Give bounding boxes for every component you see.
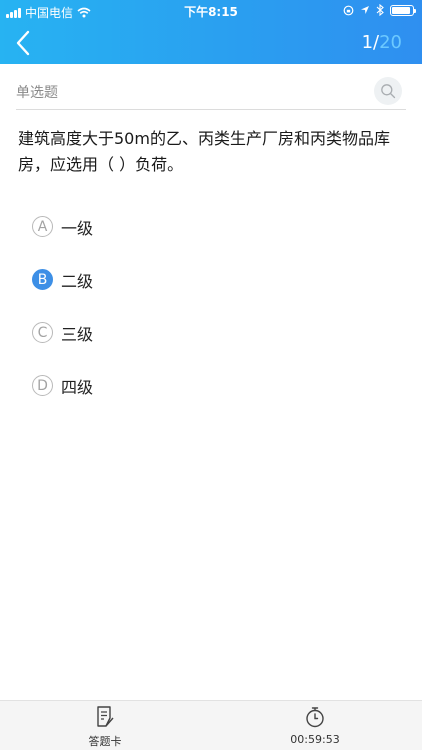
option-a-text: 一级 bbox=[61, 218, 94, 238]
answer-card-icon bbox=[97, 706, 114, 727]
question-progress: 1/20 bbox=[362, 32, 402, 53]
timer[interactable]: 00:59:53 bbox=[270, 705, 360, 746]
battery-icon bbox=[390, 4, 416, 16]
option-c-text: 三级 bbox=[61, 324, 94, 344]
option-b-letter: B bbox=[32, 269, 53, 290]
back-button[interactable] bbox=[10, 28, 38, 58]
question-type-row: 单选题 bbox=[16, 72, 406, 110]
stopwatch-icon bbox=[306, 707, 324, 728]
chevron-left-icon bbox=[16, 30, 30, 56]
option-a-letter: A bbox=[32, 216, 53, 237]
status-bar: 中国电信 下午8:15 bbox=[0, 0, 422, 22]
progress-total: 20 bbox=[379, 32, 402, 53]
question-text: 建筑高度大于50m的乙、丙类生产厂房和丙类物品库房，应选用（ ）负荷。 bbox=[18, 129, 390, 174]
answer-card-label: 答题卡 bbox=[88, 735, 122, 748]
option-d[interactable]: D 四级 bbox=[32, 359, 392, 412]
option-b-text: 二级 bbox=[61, 271, 94, 291]
answer-card-button[interactable]: 答题卡 bbox=[60, 705, 150, 749]
rotation-lock-icon bbox=[343, 5, 354, 15]
option-d-letter: D bbox=[32, 375, 53, 396]
option-c-letter: C bbox=[32, 322, 53, 343]
status-right bbox=[343, 4, 416, 16]
option-b[interactable]: B 二级 bbox=[32, 253, 392, 306]
search-icon bbox=[381, 84, 396, 99]
bluetooth-icon bbox=[376, 4, 384, 16]
question-type-label: 单选题 bbox=[16, 85, 58, 101]
bottom-bar: 答题卡 00:59:53 bbox=[0, 700, 422, 750]
header: 中国电信 下午8:15 1/20 bbox=[0, 0, 422, 64]
location-icon bbox=[361, 6, 369, 14]
option-d-text: 四级 bbox=[61, 377, 94, 397]
search-button[interactable] bbox=[374, 77, 402, 105]
progress-current: 1 bbox=[361, 32, 374, 53]
option-c[interactable]: C 三级 bbox=[32, 306, 392, 359]
options-list: A 一级 B 二级 C 三级 D 四级 bbox=[32, 200, 392, 412]
timer-label: 00:59:53 bbox=[290, 733, 340, 746]
option-a[interactable]: A 一级 bbox=[32, 200, 392, 253]
